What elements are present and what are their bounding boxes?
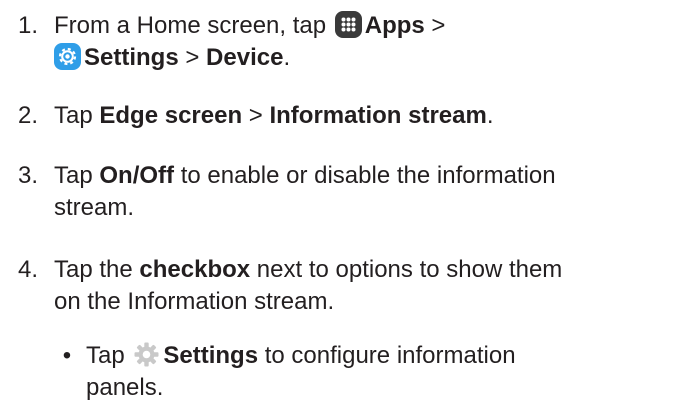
step-text: From a Home screen, tap Apps > Settings … [54, 10, 676, 74]
edge-screen-label: Edge screen [99, 102, 243, 129]
settings-gear-icon [54, 43, 81, 70]
step-number: 1. [18, 12, 39, 39]
bullet-marker: • [62, 342, 72, 369]
sub-bullet-text: Tap Settings to configure information pa… [86, 341, 516, 401]
device-label: Device [206, 44, 284, 71]
step-number: 3. [18, 162, 39, 189]
settings-label: Settings [84, 44, 179, 71]
apps-grid-icon [334, 11, 362, 38]
information-stream-label: Information stream [269, 102, 487, 129]
apps-label: Apps [364, 12, 425, 39]
step-1-line-2: Settings > Device. [54, 42, 676, 74]
on-off-label: On/Off [99, 162, 175, 189]
gear-outline-icon [133, 341, 160, 368]
step-1-line-1: From a Home screen, tap Apps > [54, 11, 446, 39]
step-number: 4. [18, 256, 39, 283]
step-text: Tap Edge screen > Information stream. [54, 102, 494, 129]
step-number: 2. [18, 102, 39, 129]
settings-label: Settings [163, 342, 259, 369]
step-text: Tap On/Off to enable or disable the info… [54, 162, 556, 221]
step-text: Tap the checkbox next to options to show… [54, 256, 563, 315]
checkbox-label: checkbox [139, 256, 251, 283]
